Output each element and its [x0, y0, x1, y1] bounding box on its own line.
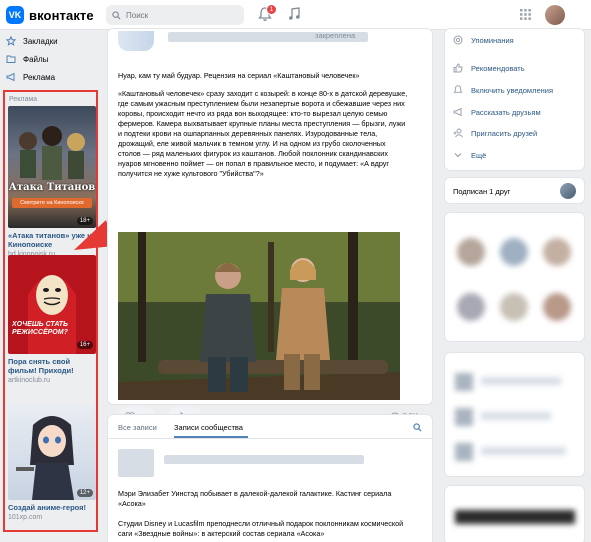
megaphone-icon: [6, 72, 15, 82]
menu-item-notifications[interactable]: Включить уведомления: [453, 85, 553, 95]
community-avatar[interactable]: [118, 31, 154, 51]
menu-item-label: Включить уведомления: [471, 85, 554, 95]
ad-image[interactable]: 12+: [8, 405, 96, 500]
tab-community-posts[interactable]: Записи сообщества: [174, 423, 243, 432]
anime-girl-illustration: [16, 416, 74, 500]
search-icon[interactable]: [413, 423, 422, 432]
blurred-links-list: [455, 363, 575, 468]
ad-image[interactable]: ХОЧЕШЬ СТАТЬ РЕЖИССЁРОМ? 16+: [8, 255, 96, 354]
menu-item-label: Пригласить друзей: [471, 128, 538, 138]
menu-item-label: Ещё: [471, 150, 487, 160]
megaphone-icon: [453, 107, 462, 117]
ad-anime-hero[interactable]: 12+ Создай аниме-героя! 101xp.com: [8, 405, 96, 521]
search-input[interactable]: [126, 10, 236, 20]
friend-avatar[interactable]: [560, 183, 576, 199]
menu-item-recommend[interactable]: Рекомендовать: [453, 63, 525, 73]
feed-tabs: Все записи Записи сообщества: [108, 415, 432, 439]
age-rating-badge: 12+: [76, 489, 93, 497]
apps-grid-icon[interactable]: [520, 9, 531, 20]
nav-item-files[interactable]: Файлы: [6, 50, 98, 68]
notification-badge: 1: [266, 4, 277, 15]
ad-domain: 101xp.com: [8, 514, 43, 521]
bell-icon: [453, 85, 463, 93]
search-box[interactable]: [106, 5, 244, 25]
at-icon: [453, 35, 463, 45]
add-person-icon: [453, 128, 463, 138]
vk-logo[interactable]: VK вконтакте: [6, 6, 94, 24]
post-card: закреплена Нуар, кам ту май будуар. Реце…: [107, 28, 433, 425]
thumb-up-icon: [453, 63, 463, 73]
post2-paragraph-1: Мэри Элизабет Уинстэд побывает в далекой…: [118, 489, 392, 508]
pinned-label: закреплена: [315, 31, 356, 40]
top-header: VK вконтакте 1: [0, 0, 591, 30]
post-photo[interactable]: [118, 232, 400, 400]
post-heading: Нуар, кам ту май будуар. Рецензия на сер…: [118, 71, 360, 80]
community-actions-menu: Упоминания Рекомендовать Включить уведом…: [444, 28, 585, 171]
community-avatar[interactable]: [118, 449, 154, 477]
nav-item-label: Закладки: [23, 36, 58, 46]
ad-film-school[interactable]: ХОЧЕШЬ СТАТЬ РЕЖИССЁРОМ? 16+ Пора снять …: [8, 255, 96, 384]
vk-logo-text: вконтакте: [29, 7, 94, 23]
menu-item-tell-friends[interactable]: Рассказать друзьям: [453, 107, 541, 117]
friends-card[interactable]: Подписан 1 друг: [444, 177, 585, 204]
nav-item-bookmarks[interactable]: Закладки: [6, 32, 98, 50]
ads-title: Реклама: [9, 96, 38, 103]
bottom-card: [444, 485, 585, 542]
menu-item-label: Рассказать друзьям: [471, 107, 541, 117]
ad-title[interactable]: Создай аниме-героя!: [8, 503, 96, 512]
ad-image-title: ХОЧЕШЬ СТАТЬ РЕЖИССЁРОМ?: [12, 321, 68, 336]
feed-card: Все записи Записи сообщества Мэри Элизаб…: [107, 414, 433, 542]
menu-item-mentions[interactable]: Упоминания: [453, 35, 514, 45]
search-icon: [112, 10, 121, 20]
members-card: [444, 212, 585, 342]
tab-all-posts[interactable]: Все записи: [118, 423, 157, 432]
nav-item-ads[interactable]: Реклама: [6, 68, 98, 86]
menu-item-more[interactable]: Ещё: [453, 150, 486, 160]
blurred-members-grid: [455, 223, 575, 333]
ad-title[interactable]: Пора снять свой фильм! Приходи!: [8, 357, 96, 375]
left-nav: Закладки Файлы Реклама: [6, 32, 98, 86]
active-tab-underline: [174, 436, 248, 438]
dali-mask-illustration: [28, 275, 76, 354]
post2-paragraph-2: Студии Disney и Lucasfilm преподнесли от…: [118, 519, 404, 538]
music-icon[interactable]: [288, 7, 301, 21]
user-avatar[interactable]: [545, 5, 565, 25]
nav-item-label: Реклама: [23, 72, 56, 82]
chevron-down-icon: [454, 153, 462, 158]
vk-logo-mark: VK: [6, 6, 24, 24]
ad-domain: artkinoclub.ru: [8, 377, 51, 384]
friends-subscribed-label: Подписан 1 друг: [453, 187, 511, 196]
star-icon: [6, 36, 16, 46]
menu-item-label: Упоминания: [471, 35, 514, 45]
blurred-community-name: [164, 455, 364, 464]
age-rating-badge: 16+: [76, 341, 93, 349]
forest-couple-photo: [118, 232, 400, 400]
blurred-content: [455, 510, 575, 524]
links-card: [444, 352, 585, 477]
menu-item-invite-friends[interactable]: Пригласить друзей: [453, 128, 537, 138]
post-body: «Каштановый человечек» сразу заходит с к…: [118, 89, 408, 178]
nav-item-label: Файлы: [23, 54, 49, 64]
folder-icon: [6, 55, 16, 63]
menu-item-label: Рекомендовать: [471, 63, 525, 73]
